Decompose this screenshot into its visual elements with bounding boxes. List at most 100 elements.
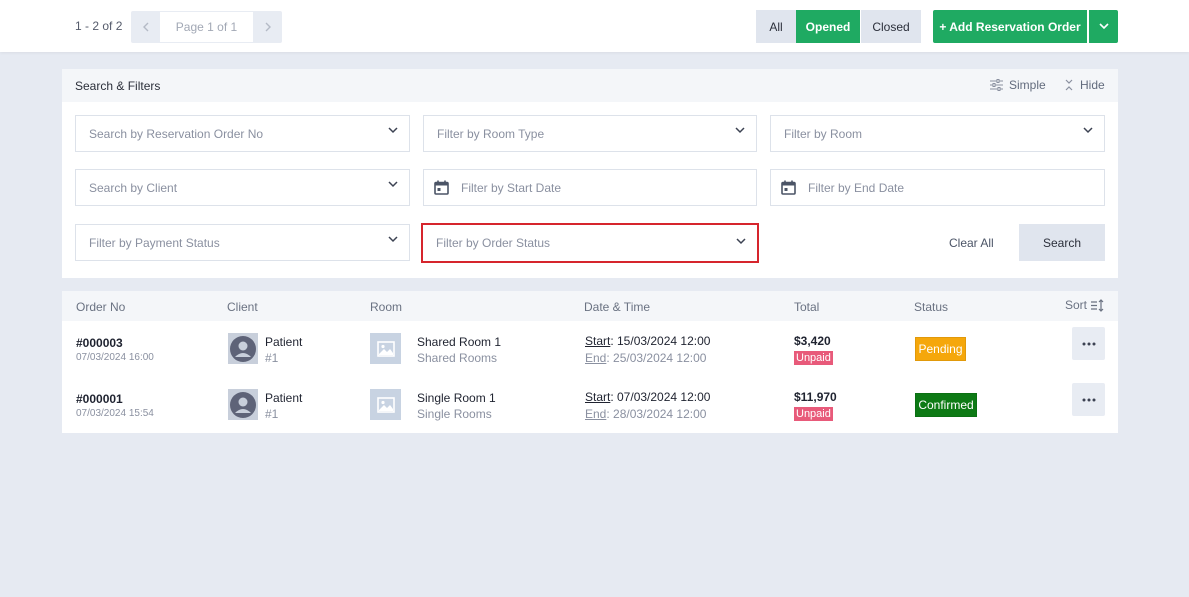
search-filters-panel: Search & Filters Simple Hide Search by R… xyxy=(62,69,1118,278)
top-bar: 1 - 2 of 2 Page 1 of 1 All Opened Closed… xyxy=(0,0,1189,52)
room-name: Shared Room 1 xyxy=(417,335,502,349)
end-datetime: End: 28/03/2024 12:00 xyxy=(585,407,706,421)
column-status: Status xyxy=(914,300,949,314)
client-id: #1 xyxy=(265,351,279,365)
tab-opened[interactable]: Opened xyxy=(796,10,860,43)
chevron-down-icon xyxy=(388,127,398,134)
start-value: : 15/03/2024 12:00 xyxy=(610,334,711,348)
sort-button[interactable]: Sort xyxy=(1065,298,1105,312)
next-page-button[interactable] xyxy=(253,11,282,43)
user-avatar-icon xyxy=(230,391,256,418)
prev-page-button[interactable] xyxy=(131,11,160,43)
start-label: Start xyxy=(585,334,611,348)
column-date-time: Date & Time xyxy=(584,300,651,314)
row-actions-button[interactable] xyxy=(1072,383,1105,416)
end-date-placeholder: Filter by End Date xyxy=(808,180,905,195)
add-options-dropdown-button[interactable] xyxy=(1089,10,1118,43)
room-type-placeholder: Filter by Room Type xyxy=(437,126,545,141)
order-total: $11,970 xyxy=(794,390,837,404)
chevron-down-icon xyxy=(388,181,398,188)
more-options-icon xyxy=(1082,342,1095,345)
chevron-right-icon xyxy=(265,22,271,32)
client-name[interactable]: Patient xyxy=(265,391,302,405)
column-total: Total xyxy=(794,300,820,314)
start-value: : 07/03/2024 12:00 xyxy=(610,390,711,404)
clear-all-button[interactable]: Clear All xyxy=(949,236,994,250)
hide-label: Hide xyxy=(1080,78,1105,92)
end-label: End xyxy=(585,407,607,421)
order-total: $3,420 xyxy=(794,334,831,348)
reservation-order-placeholder: Search by Reservation Order No xyxy=(89,126,264,141)
sort-icon xyxy=(1091,298,1104,312)
hide-filters-button[interactable]: Hide xyxy=(1064,78,1105,92)
column-room: Room xyxy=(370,300,403,314)
order-status-filter-select[interactable]: Filter by Order Status xyxy=(421,223,759,263)
row-actions-button[interactable] xyxy=(1072,327,1105,360)
image-placeholder-icon xyxy=(376,340,395,357)
client-id: #1 xyxy=(265,407,279,421)
user-avatar-icon xyxy=(230,335,256,362)
add-reservation-order-button[interactable]: + Add Reservation Order xyxy=(933,10,1087,43)
chevron-down-icon xyxy=(735,127,745,134)
pagination: Page 1 of 1 xyxy=(131,11,282,43)
payment-status-placeholder: Filter by Payment Status xyxy=(89,235,220,250)
order-status-placeholder: Filter by Order Status xyxy=(436,236,551,250)
avatar xyxy=(228,389,258,420)
client-search-select[interactable]: Search by Client xyxy=(75,169,410,206)
room-name: Single Room 1 xyxy=(417,391,496,405)
sort-label: Sort xyxy=(1065,298,1088,312)
table-row[interactable]: #000003 07/03/2024 16:00 Patient #1 Shar… xyxy=(62,321,1118,377)
start-datetime: Start: 07/03/2024 12:00 xyxy=(585,390,710,404)
calendar-icon xyxy=(781,180,796,195)
filters-header: Search & Filters xyxy=(62,69,1118,102)
start-date-placeholder: Filter by Start Date xyxy=(461,180,562,195)
end-date-filter[interactable]: Filter by End Date xyxy=(770,169,1105,206)
tab-all[interactable]: All xyxy=(756,10,796,43)
room-placeholder: Filter by Room xyxy=(784,126,863,141)
room-type: Single Rooms xyxy=(417,407,492,421)
avatar xyxy=(228,333,258,364)
room-type-filter-select[interactable]: Filter by Room Type xyxy=(423,115,757,152)
column-client: Client xyxy=(227,300,258,314)
chevron-down-icon xyxy=(1083,127,1093,134)
table-row[interactable]: #000001 07/03/2024 15:54 Patient #1 Sing… xyxy=(62,377,1118,433)
status-badge: Confirmed xyxy=(915,393,977,417)
image-placeholder-icon xyxy=(376,396,395,413)
room-image xyxy=(370,333,401,364)
end-value: : 25/03/2024 12:00 xyxy=(606,351,707,365)
room-filter-select[interactable]: Filter by Room xyxy=(770,115,1105,152)
chevron-down-icon xyxy=(1098,23,1109,30)
simple-mode-button[interactable]: Simple xyxy=(990,78,1046,92)
chevron-left-icon xyxy=(142,22,148,32)
order-created-date: 07/03/2024 15:54 xyxy=(76,408,154,419)
status-badge: Pending xyxy=(915,337,966,361)
end-label: End xyxy=(585,351,607,365)
payment-status-filter-select[interactable]: Filter by Payment Status xyxy=(75,224,410,261)
reservation-order-search-select[interactable]: Search by Reservation Order No xyxy=(75,115,410,152)
payment-status-badge: Unpaid xyxy=(794,351,833,365)
pagination-count: 1 - 2 of 2 xyxy=(75,19,123,33)
collapse-icon xyxy=(1065,79,1073,91)
client-placeholder: Search by Client xyxy=(89,180,178,195)
order-number[interactable]: #000001 xyxy=(76,392,123,406)
tab-closed[interactable]: Closed xyxy=(861,10,921,43)
page-indicator: Page 1 of 1 xyxy=(160,12,253,42)
chevron-down-icon xyxy=(736,238,746,245)
calendar-icon xyxy=(434,180,449,195)
payment-status-badge: Unpaid xyxy=(794,407,833,421)
more-options-icon xyxy=(1082,398,1095,401)
start-date-filter[interactable]: Filter by Start Date xyxy=(423,169,757,206)
end-value: : 28/03/2024 12:00 xyxy=(606,407,707,421)
order-number[interactable]: #000003 xyxy=(76,336,123,350)
sliders-icon xyxy=(990,79,1003,91)
room-type: Shared Rooms xyxy=(417,351,498,365)
chevron-down-icon xyxy=(388,236,398,243)
table-header: Order No Client Room Date & Time Total S… xyxy=(62,291,1118,321)
reservation-orders-table: Order No Client Room Date & Time Total S… xyxy=(62,291,1118,433)
filters-title: Search & Filters xyxy=(75,78,161,93)
simple-label: Simple xyxy=(1009,78,1046,92)
column-order-no: Order No xyxy=(76,300,126,314)
end-datetime: End: 25/03/2024 12:00 xyxy=(585,351,706,365)
client-name[interactable]: Patient xyxy=(265,335,302,349)
search-button[interactable]: Search xyxy=(1019,224,1105,261)
